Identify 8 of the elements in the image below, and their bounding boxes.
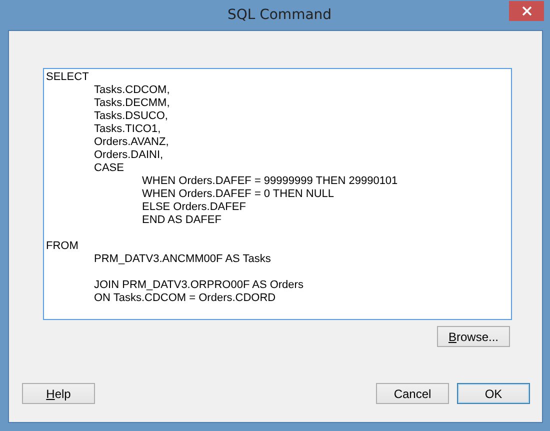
sql-text-field[interactable]: SELECT Tasks.CDCOM, Tasks.DECMM, Tasks.DSUCO, Tasks.TICO1, Orders.AVANZ, Orders.DAINI, CASE WHEN Orders.DAFEF = 99999999 THEN 29990101 WHEN Orders.DAFEF = 0 THEN NULL ELSE Orders.DAFEF END AS DAFEF FROM PRM_DATV3.ANCMM00F AS Tasks JOIN PRM_DATV3.ORPRO00F AS Orders ON Tasks.CDCOM = Orders.CDORD (43, 68, 512, 320)
browse-button[interactable]: Browse... (437, 326, 510, 347)
close-button[interactable] (509, 1, 544, 21)
window-title: SQL Command (227, 7, 332, 23)
dialog-button[interactable]: Cancel (376, 383, 449, 404)
close-icon (522, 6, 532, 16)
dialog-button[interactable]: Help (22, 383, 95, 404)
dialog-button[interactable]: OK (457, 383, 530, 404)
